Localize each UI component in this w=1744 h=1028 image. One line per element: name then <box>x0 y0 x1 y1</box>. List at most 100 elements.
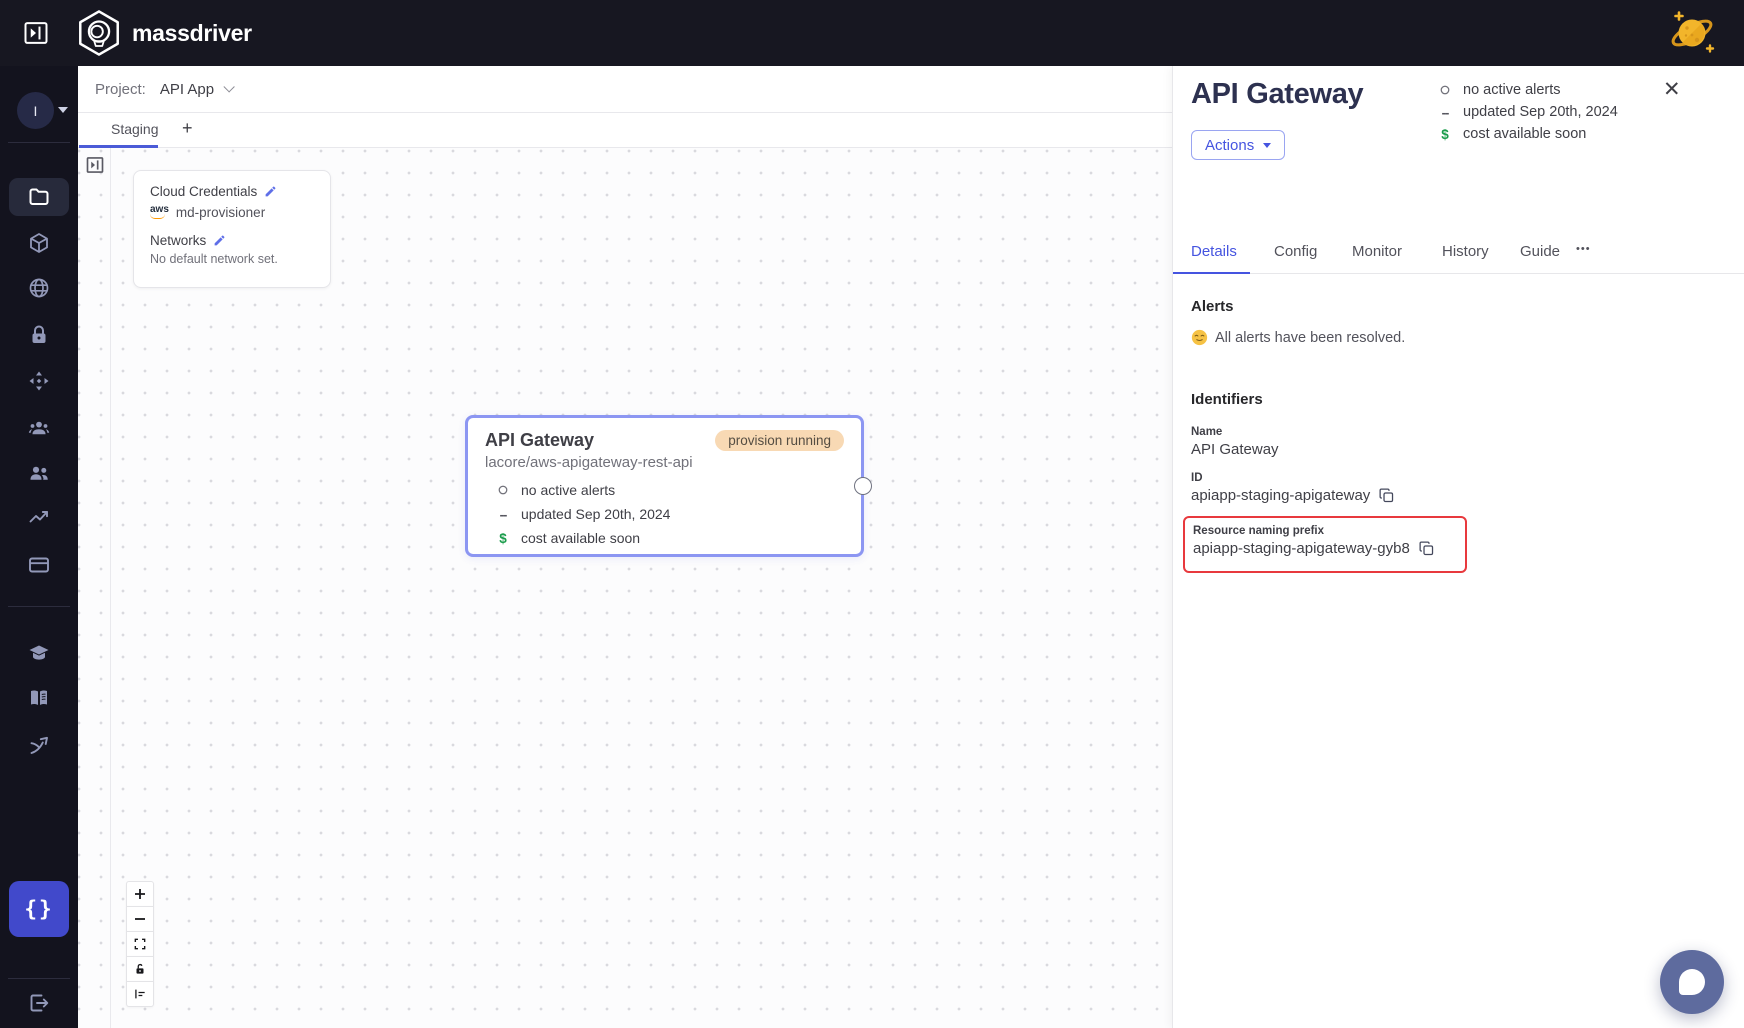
node-title: API Gateway <box>485 430 594 451</box>
sidebar-item-projects[interactable] <box>9 178 69 216</box>
tab-config[interactable]: Config <box>1274 243 1317 260</box>
folder-icon <box>27 185 51 209</box>
sidebar-item-bundles[interactable] <box>9 224 69 262</box>
environment-tabs: Staging + <box>78 113 1172 148</box>
dashes-icon: -- <box>1435 105 1455 120</box>
canvas-panel-divider <box>110 148 111 1028</box>
relieved-face-icon <box>1191 329 1208 346</box>
dollar-icon: $ <box>1435 127 1455 142</box>
caret-down-icon <box>1263 143 1271 148</box>
node-status-cost: $ cost available soon <box>485 526 844 550</box>
networks-title: Networks <box>150 233 206 248</box>
logout-icon <box>27 991 51 1015</box>
docs-book-icon <box>27 686 51 710</box>
planet-avatar-icon[interactable] <box>1666 7 1718 59</box>
copy-icon[interactable] <box>1418 540 1435 557</box>
lock-button[interactable] <box>126 956 154 982</box>
tab-monitor[interactable]: Monitor <box>1352 243 1402 260</box>
node-status-alerts: no active alerts <box>485 478 844 502</box>
node-connection-handle[interactable] <box>854 477 872 495</box>
field-name: Name API Gateway <box>1191 426 1279 458</box>
sidebar-item-changelog[interactable] <box>9 727 69 765</box>
sidebar-item-billing[interactable] <box>9 546 69 584</box>
circle-status-icon <box>495 484 511 496</box>
alerts-heading: Alerts <box>1191 298 1234 315</box>
credentials-title: Cloud Credentials <box>150 184 257 199</box>
fit-view-button[interactable] <box>126 931 154 957</box>
credential-name: md-provisioner <box>176 205 265 220</box>
sidebar-item-deployments[interactable] <box>9 362 69 400</box>
api-gateway-node[interactable]: API Gateway provision running lacore/aws… <box>465 415 864 557</box>
logout-button[interactable] <box>9 984 69 1022</box>
sidebar-item-secrets[interactable] <box>9 316 69 354</box>
branch-icon <box>27 734 51 758</box>
users-icon <box>27 461 51 485</box>
expand-panel-icon[interactable] <box>85 155 105 175</box>
tab-staging[interactable]: Staging <box>95 113 174 146</box>
edit-pencil-icon[interactable] <box>213 234 226 247</box>
cube-icon <box>27 231 51 255</box>
panel-title: API Gateway <box>1191 78 1363 111</box>
highlight-red-box: Resource naming prefix apiapp-staging-ap… <box>1183 516 1467 573</box>
status-badge: provision running <box>715 430 844 451</box>
aws-logo-icon: aws <box>150 206 169 219</box>
field-name-value: API Gateway <box>1191 441 1279 458</box>
tab-more-icon[interactable]: ••• <box>1576 243 1591 255</box>
sidebar-item-metrics[interactable] <box>9 499 69 537</box>
massdriver-logo[interactable]: massdriver <box>76 9 252 57</box>
massdriver-hex-icon <box>76 9 122 57</box>
top-bar: massdriver <box>0 0 1744 66</box>
divider <box>8 978 70 979</box>
circle-status-icon <box>1435 84 1455 96</box>
identifiers-heading: Identifiers <box>1191 391 1263 408</box>
divider <box>8 606 70 607</box>
align-button[interactable] <box>126 981 154 1007</box>
code-braces-button[interactable]: {} <box>9 881 69 937</box>
zoom-in-button[interactable] <box>126 881 154 907</box>
avatar-caret-icon[interactable] <box>58 107 68 113</box>
chat-bubble-icon <box>1679 969 1705 995</box>
chat-button[interactable] <box>1660 950 1724 1014</box>
copy-icon[interactable] <box>1378 487 1395 504</box>
panel-status-list: no active alerts -- updated Sep 20th, 20… <box>1435 79 1618 145</box>
sidebar-item-networks[interactable] <box>9 269 69 307</box>
close-icon[interactable]: ✕ <box>1663 78 1681 102</box>
add-environment-button[interactable]: + <box>174 113 201 146</box>
team-icon <box>27 416 51 440</box>
billing-card-icon <box>27 553 51 577</box>
actions-button[interactable]: Actions <box>1191 130 1285 160</box>
edit-pencil-icon[interactable] <box>264 185 277 198</box>
active-tab-underline <box>1173 272 1250 275</box>
code-braces-icon: {} <box>24 897 53 921</box>
sidebar-item-users[interactable] <box>9 454 69 492</box>
sidebar-toggle-icon[interactable] <box>22 19 50 47</box>
lock-icon <box>27 323 51 347</box>
project-label: Project: <box>95 81 146 98</box>
avatar[interactable]: I <box>17 92 54 129</box>
sidebar: I <box>0 66 78 1028</box>
canvas-controls <box>126 881 154 1007</box>
move-icon <box>27 369 51 393</box>
logo-text: massdriver <box>132 20 252 47</box>
education-icon <box>27 641 51 665</box>
sidebar-item-docs[interactable] <box>9 679 69 717</box>
tab-history[interactable]: History <box>1442 243 1489 260</box>
sidebar-item-academy[interactable] <box>9 634 69 672</box>
diagram-canvas[interactable]: Cloud Credentials aws md-provisioner Net… <box>78 148 1172 1028</box>
field-prefix-value: apiapp-staging-apigateway-gyb8 <box>1193 540 1410 557</box>
cloud-credentials-card: Cloud Credentials aws md-provisioner Net… <box>133 170 331 288</box>
project-bar: Project: API App <box>78 66 1172 113</box>
panel-status-updated: -- updated Sep 20th, 2024 <box>1435 101 1618 123</box>
chevron-down-icon[interactable] <box>224 81 235 92</box>
divider <box>8 142 70 143</box>
alerts-message: All alerts have been resolved. <box>1191 329 1405 346</box>
node-status-updated: -- updated Sep 20th, 2024 <box>485 502 844 526</box>
globe-icon <box>27 276 51 300</box>
sidebar-item-organization[interactable] <box>9 409 69 447</box>
zoom-out-button[interactable] <box>126 906 154 932</box>
tab-details[interactable]: Details <box>1191 243 1237 260</box>
panel-status-alerts: no active alerts <box>1435 79 1618 101</box>
tab-guide[interactable]: Guide <box>1520 243 1560 260</box>
dollar-icon: $ <box>495 531 511 546</box>
project-selector[interactable]: API App <box>160 81 214 98</box>
